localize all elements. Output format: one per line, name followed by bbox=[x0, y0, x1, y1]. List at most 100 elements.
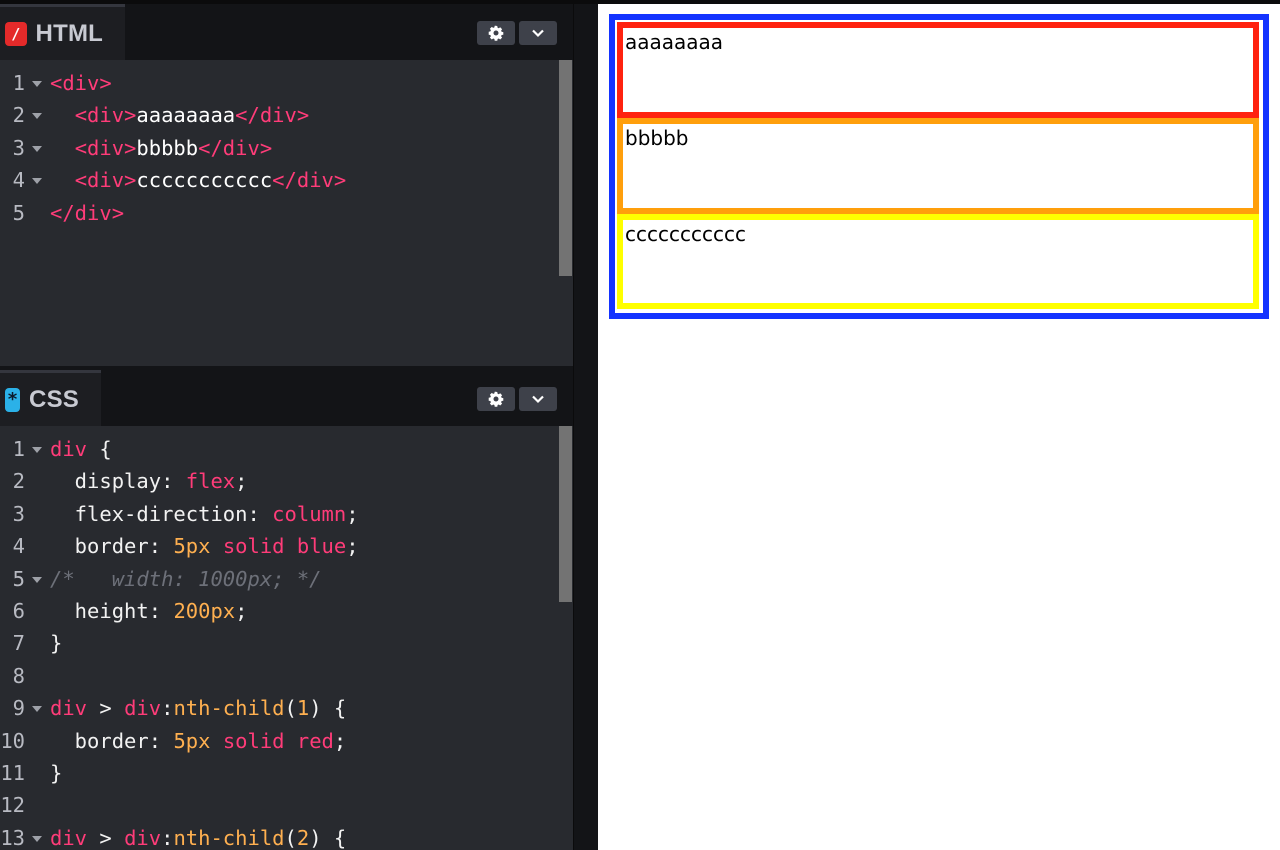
code-line[interactable]: 7} bbox=[0, 627, 359, 659]
html-editor-actions bbox=[477, 21, 557, 45]
code-line[interactable]: 1 div { bbox=[0, 433, 359, 465]
line-number-gutter: 2 bbox=[0, 99, 50, 131]
fold-arrow-icon[interactable] bbox=[30, 563, 44, 595]
code-line[interactable]: 5 /* width: 1000px; */ bbox=[0, 563, 359, 595]
code-line[interactable]: 3 <div>bbbbb</div> bbox=[0, 132, 346, 164]
code-token: : bbox=[161, 469, 186, 494]
code-line[interactable]: 11} bbox=[0, 757, 359, 789]
chevron-down-icon bbox=[532, 29, 544, 38]
code-token: height bbox=[50, 598, 149, 623]
code-text: <div>bbbbb</div> bbox=[50, 132, 273, 164]
line-number-gutter: 11 bbox=[0, 757, 50, 789]
fold-arrow-icon[interactable] bbox=[30, 164, 44, 196]
html-editor: / HTML 1 <div> 2 <div>aaaaaaaa</div> 3 <… bbox=[0, 4, 573, 366]
code-line[interactable]: 6 height: 200px; bbox=[0, 595, 359, 627]
code-token: </div> bbox=[235, 103, 310, 128]
code-token: ( bbox=[284, 825, 297, 850]
css-scrollbar[interactable] bbox=[559, 426, 572, 602]
code-token: : bbox=[161, 696, 174, 721]
line-number-gutter: 10 bbox=[0, 725, 50, 757]
line-number: 4 bbox=[12, 168, 25, 193]
code-token: flex bbox=[185, 469, 236, 494]
html-settings-button[interactable] bbox=[477, 21, 515, 45]
code-line[interactable]: 4 border: 5px solid blue; bbox=[0, 530, 359, 562]
line-number-gutter: 4 bbox=[0, 164, 50, 196]
html-scrollbar[interactable] bbox=[559, 60, 572, 276]
html-collapse-button[interactable] bbox=[519, 21, 557, 45]
code-text: div > div:nth-child(1) { bbox=[50, 692, 346, 724]
code-token: : bbox=[247, 501, 273, 526]
code-token: ( bbox=[284, 696, 297, 721]
code-token: } bbox=[50, 631, 63, 656]
pane-resize-handle[interactable] bbox=[573, 4, 598, 850]
code-token: 2 bbox=[296, 825, 310, 850]
code-token: bbbbb bbox=[136, 135, 199, 160]
code-line[interactable]: 2 display: flex; bbox=[0, 465, 359, 497]
code-token: ; bbox=[346, 501, 359, 526]
html-code-area[interactable]: 1 <div> 2 <div>aaaaaaaa</div> 3 <div>bbbbb<… bbox=[0, 60, 573, 366]
css-settings-button[interactable] bbox=[477, 387, 515, 411]
fold-arrow-icon[interactable] bbox=[30, 692, 44, 724]
css-editor: * CSS 1 div {2 display: flex; 3 flex-dir… bbox=[0, 370, 573, 850]
code-line[interactable]: 12 bbox=[0, 789, 359, 821]
line-number: 1 bbox=[12, 71, 25, 95]
code-line[interactable]: 3 flex-direction: column; bbox=[0, 498, 359, 530]
code-line[interactable]: 8 bbox=[0, 660, 359, 692]
code-token: > bbox=[87, 825, 125, 850]
code-text: /* width: 1000px; */ bbox=[50, 563, 322, 595]
css-code-lines: 1 div {2 display: flex; 3 flex-direction: … bbox=[0, 433, 359, 850]
code-token: > bbox=[87, 696, 125, 721]
code-token: solid bbox=[222, 728, 285, 753]
code-token: ; bbox=[235, 469, 248, 494]
code-token: 200px bbox=[173, 598, 236, 623]
line-number: 4 bbox=[12, 534, 25, 559]
chevron-down-icon bbox=[532, 395, 544, 404]
code-text: <div> bbox=[50, 67, 112, 99]
code-line[interactable]: 13 div > div:nth-child(2) { bbox=[0, 822, 359, 850]
code-line[interactable]: 2 <div>aaaaaaaa</div> bbox=[0, 99, 346, 131]
line-number-gutter: 5 bbox=[0, 197, 50, 229]
code-text: border: 5px solid red; bbox=[50, 725, 347, 757]
code-token: div bbox=[124, 825, 162, 850]
code-token: solid bbox=[222, 534, 285, 559]
code-token: </div> bbox=[272, 168, 347, 193]
code-line[interactable]: 5 </div> bbox=[0, 197, 346, 229]
html-editor-tab[interactable]: / HTML bbox=[0, 4, 125, 60]
fold-arrow-icon[interactable] bbox=[30, 99, 44, 131]
code-token: ; bbox=[235, 598, 248, 623]
code-token: 5px bbox=[173, 728, 211, 753]
css-editor-actions bbox=[477, 387, 557, 411]
css-code-area[interactable]: 1 div {2 display: flex; 3 flex-direction: … bbox=[0, 426, 573, 850]
line-number-gutter: 3 bbox=[0, 132, 50, 164]
html-language-icon: / bbox=[5, 21, 27, 46]
css-language-icon: * bbox=[5, 387, 21, 412]
fold-arrow-icon[interactable] bbox=[30, 132, 44, 164]
code-line[interactable]: 9 div > div:nth-child(1) { bbox=[0, 692, 359, 724]
fold-arrow-icon[interactable] bbox=[30, 67, 44, 99]
css-collapse-button[interactable] bbox=[519, 387, 557, 411]
html-editor-header: / HTML bbox=[0, 4, 573, 60]
line-number: 3 bbox=[12, 135, 25, 160]
line-number: 6 bbox=[12, 598, 25, 623]
line-number: 9 bbox=[12, 696, 25, 721]
line-number: 8 bbox=[12, 663, 25, 688]
line-number-gutter: 8 bbox=[0, 660, 50, 692]
code-token: aaaaaaaa bbox=[136, 103, 236, 128]
code-line[interactable]: 1 <div> bbox=[0, 67, 346, 99]
css-editor-tab[interactable]: * CSS bbox=[0, 370, 101, 426]
fold-arrow-icon[interactable] bbox=[30, 433, 44, 465]
result-preview: aaaaaaaa bbbbb ccccccccccc bbox=[598, 4, 1280, 850]
line-number-gutter: 1 bbox=[0, 433, 50, 465]
line-number: 5 bbox=[12, 200, 25, 225]
code-token: <div> bbox=[74, 103, 137, 128]
code-token: border bbox=[50, 534, 149, 559]
code-text: } bbox=[50, 627, 62, 659]
line-number-gutter: 1 bbox=[0, 67, 50, 99]
fold-arrow-icon[interactable] bbox=[30, 822, 44, 850]
code-line[interactable]: 10 border: 5px solid red; bbox=[0, 725, 359, 757]
code-line[interactable]: 4 <div>ccccccccccc</div> bbox=[0, 164, 347, 196]
code-token: 1 bbox=[296, 696, 310, 721]
